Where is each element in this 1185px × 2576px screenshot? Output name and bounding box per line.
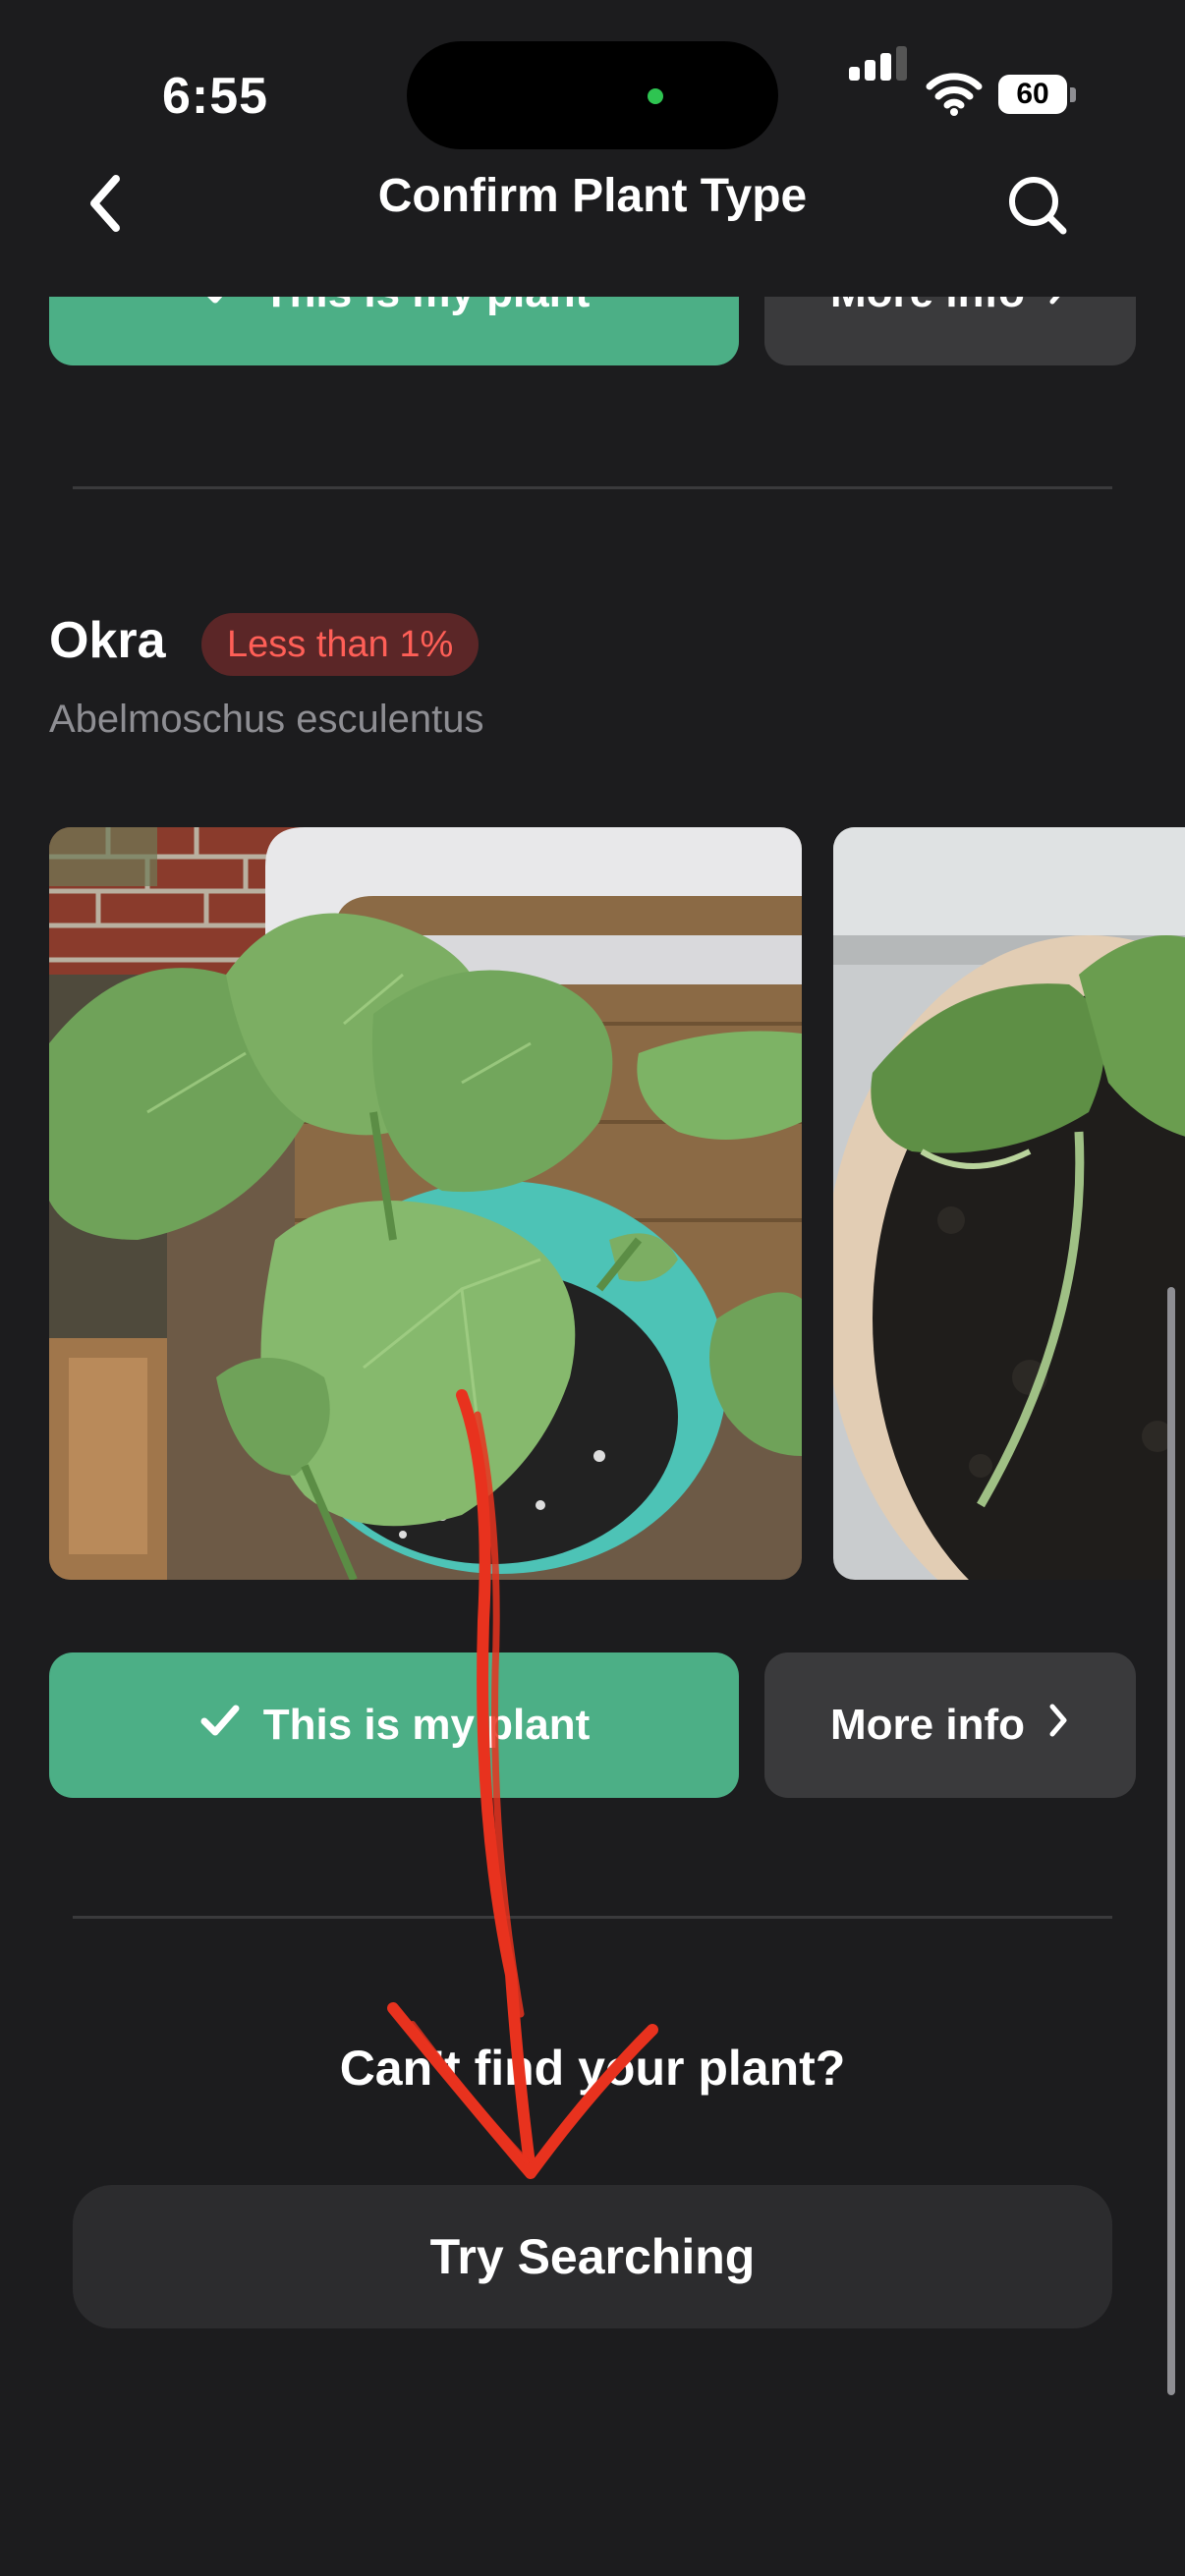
confirm-plant-label: This is my plant <box>262 1701 591 1749</box>
scientific-name: Abelmoschus esculentus <box>49 698 484 741</box>
plant-photo-2[interactable] <box>833 827 1185 1580</box>
battery-level: 60 <box>1016 78 1049 110</box>
previous-confirm-label: This is my plant <box>263 297 591 317</box>
previous-confirm-button[interactable]: This is my plant <box>49 297 739 365</box>
more-info-button[interactable]: More info <box>764 1652 1136 1798</box>
camera-indicator-icon <box>648 88 663 104</box>
chevron-right-icon <box>1046 297 1070 318</box>
divider <box>73 1916 1112 1919</box>
confirm-plant-button[interactable]: This is my plant <box>49 1652 739 1798</box>
previous-card-actions: This is my plant More info <box>0 297 1185 365</box>
plant-photo-1[interactable] <box>49 827 802 1580</box>
search-button[interactable] <box>1004 169 1073 238</box>
previous-more-info-button[interactable]: More info <box>764 297 1136 365</box>
status-bar: 6:55 60 <box>0 0 1185 187</box>
try-searching-button[interactable]: Try Searching <box>73 2185 1112 2328</box>
chevron-right-icon <box>1046 1701 1070 1751</box>
plant-name: Okra <box>49 612 166 669</box>
previous-more-info-label: More info <box>830 297 1025 317</box>
divider <box>73 486 1112 489</box>
wifi-icon <box>926 73 983 121</box>
check-icon <box>198 1699 242 1753</box>
dynamic-island <box>407 41 778 149</box>
scroll-indicator <box>1167 1287 1175 2395</box>
try-searching-label: Try Searching <box>429 2229 756 2284</box>
more-info-label: More info <box>830 1701 1025 1749</box>
battery-icon: 60 <box>998 75 1076 116</box>
check-icon <box>198 297 242 320</box>
search-icon <box>1009 177 1067 235</box>
cant-find-prompt: Can't find your plant? <box>339 2041 846 2096</box>
status-time: 6:55 <box>162 68 269 125</box>
confidence-badge: Less than 1% <box>201 613 480 676</box>
